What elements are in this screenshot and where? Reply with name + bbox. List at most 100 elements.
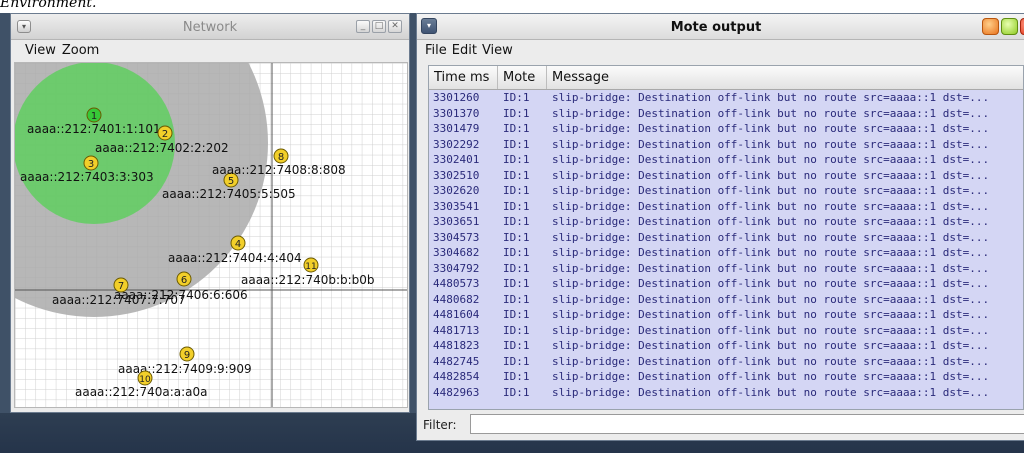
mote-id-label: 10 [139, 375, 151, 385]
cell-mote: ID:1 [503, 168, 530, 182]
menu-file[interactable]: File [425, 40, 447, 58]
table-row[interactable]: 3302401 ID:1 slip-bridge: Destination off-… [429, 152, 1023, 168]
filter-label: Filter: [423, 418, 457, 432]
table-row[interactable]: 4480573 ID:1 slip-bridge: Destination off-… [429, 276, 1023, 292]
table-row[interactable]: 3304792 ID:1 slip-bridge: Destination off-… [429, 261, 1023, 277]
mote-output-menubar: File Edit View [417, 40, 1024, 61]
menu-edit[interactable]: Edit [452, 40, 477, 58]
cell-time: 3301370 [433, 106, 480, 120]
cell-time: 3302620 [433, 184, 480, 197]
cell-time: 3304682 [433, 246, 480, 259]
mote-output-table[interactable]: Time ms Mote Message 3301260 ID:1 slip-bri… [428, 65, 1024, 410]
menu-zoom[interactable]: Zoom [62, 40, 99, 58]
table-header: Time ms Mote Message [429, 66, 1023, 90]
table-row[interactable]: 3304682 ID:1 slip-bridge: Destination off-… [429, 245, 1023, 261]
network-titlebar[interactable]: ▾ Network _ □ ✕ [11, 14, 409, 40]
mote-id-label: 7 [118, 281, 124, 292]
column-header-message[interactable]: Message [547, 66, 1023, 89]
table-row[interactable]: 4481713 ID:1 slip-bridge: Destination off-… [429, 323, 1023, 339]
table-row[interactable]: 3304573 ID:1 slip-bridge: Destination off-… [429, 230, 1023, 246]
network-canvas[interactable]: 1 aaaa::212:7401:1:101 2 aaaa::212:7402:2:2… [11, 14, 408, 408]
cell-mote: ID:1 [503, 323, 530, 337]
cell-mote: ID:1 [503, 153, 530, 166]
table-row[interactable]: 4480682 ID:1 slip-bridge: Destination off-… [429, 292, 1023, 308]
filter-input[interactable] [470, 414, 1024, 434]
table-row[interactable]: 4482963 ID:1 slip-bridge: Destination off-… [429, 385, 1023, 401]
menu-view[interactable]: View [25, 40, 56, 58]
mote-output-title: Mote output [670, 20, 762, 35]
table-row[interactable]: 3301479 ID:1 slip-bridge: Destination off-… [429, 121, 1023, 137]
cell-mote: ID:1 [503, 91, 530, 104]
cell-time: 4480682 [433, 292, 480, 306]
cell-message: slip-bridge: Destination off-link but no… [552, 308, 990, 321]
mote-address-label: aaaa::212:7408:8:808 [212, 163, 346, 177]
mote-address-label: aaaa::212:7409:9:909 [118, 362, 252, 376]
mote-address-label: aaaa::212:7404:4:404 [168, 251, 302, 265]
cell-time: 4481713 [433, 323, 480, 337]
cell-message: slip-bridge: Destination off-link but no… [552, 199, 990, 213]
cell-message: slip-bridge: Destination off-link but no… [552, 215, 990, 228]
cell-time: 4482745 [433, 354, 480, 368]
cell-mote: ID:1 [503, 106, 530, 120]
cell-time: 3303541 [433, 199, 480, 213]
mote-address-label: aaaa::212:740a:a:a0a [75, 385, 208, 399]
mote-address-label: aaaa::212:7401:1:101 [27, 122, 161, 136]
menu-view[interactable]: View [482, 40, 513, 58]
cell-time: 4480573 [433, 277, 480, 290]
cell-time: 3304573 [433, 230, 480, 244]
cell-mote: ID:1 [503, 370, 530, 383]
mote-output-titlebar[interactable]: ▾ Mote output [417, 14, 1024, 40]
cell-time: 4481604 [433, 308, 480, 321]
mote-id-label: 8 [278, 152, 284, 163]
cell-message: slip-bridge: Destination off-link but no… [552, 122, 990, 135]
column-header-time[interactable]: Time ms [429, 66, 498, 89]
table-row[interactable]: 3301260 ID:1 slip-bridge: Destination off-… [429, 90, 1023, 106]
maximize-icon[interactable] [1001, 18, 1018, 35]
cell-message: slip-bridge: Destination off-link but no… [552, 370, 990, 383]
table-row[interactable]: 4481604 ID:1 slip-bridge: Destination off-… [429, 307, 1023, 323]
cell-time: 4481823 [433, 339, 480, 352]
table-row[interactable]: 3302292 ID:1 slip-bridge: Destination off-… [429, 137, 1023, 153]
cell-message: slip-bridge: Destination off-link but no… [552, 385, 990, 399]
table-row[interactable]: 4482745 ID:1 slip-bridge: Destination off-… [429, 354, 1023, 370]
mote-address-label: aaaa::212:7403:3:303 [20, 170, 154, 184]
table-body: 3301260 ID:1 slip-bridge: Destination off-… [429, 90, 1023, 400]
mote-id-label: 11 [305, 262, 316, 272]
mote-id-label: 2 [162, 129, 168, 140]
network-map[interactable]: 1aaaa::212:7401:1:101 2aaaa::212:7402:2:2… [11, 14, 407, 407]
cell-time: 3302292 [433, 137, 480, 151]
minimize-icon[interactable]: _ [356, 20, 370, 33]
cell-mote: ID:1 [503, 261, 530, 275]
cell-time: 4482963 [433, 385, 480, 399]
mote-address-label: aaaa::212:7405:5:505 [162, 187, 296, 201]
network-menubar: View Zoom [11, 40, 409, 61]
desktop-top-strip: Environment. [0, 0, 1024, 13]
filter-bar: Filter: [423, 413, 1024, 437]
close-icon[interactable] [1020, 18, 1024, 35]
cell-message: slip-bridge: Destination off-link but no… [552, 153, 990, 166]
cell-mote: ID:1 [503, 292, 530, 306]
cell-message: slip-bridge: Destination off-link but no… [552, 230, 990, 244]
table-row[interactable]: 4482854 ID:1 slip-bridge: Destination off-… [429, 369, 1023, 385]
top-strip-text: Environment. [0, 0, 97, 11]
table-row[interactable]: 3303651 ID:1 slip-bridge: Destination off-… [429, 214, 1023, 230]
minimize-icon[interactable] [982, 18, 999, 35]
cell-mote: ID:1 [503, 230, 530, 244]
cell-time: 3301260 [433, 91, 480, 104]
table-row[interactable]: 4481823 ID:1 slip-bridge: Destination off-… [429, 338, 1023, 354]
cell-message: slip-bridge: Destination off-link but no… [552, 323, 990, 337]
mote-id-label: 9 [184, 350, 190, 361]
table-row[interactable]: 3301370 ID:1 slip-bridge: Destination off-… [429, 106, 1023, 122]
table-row[interactable]: 3303541 ID:1 slip-bridge: Destination off-… [429, 199, 1023, 215]
cell-message: slip-bridge: Destination off-link but no… [552, 339, 990, 352]
mote-output-window: ▾ Mote output File Edit View Time ms Mote … [416, 13, 1024, 441]
close-icon[interactable]: ✕ [388, 20, 402, 33]
mote-id-label: 1 [91, 111, 97, 122]
table-row[interactable]: 3302620 ID:1 slip-bridge: Destination off-… [429, 183, 1023, 199]
column-header-mote[interactable]: Mote [498, 66, 547, 89]
cell-message: slip-bridge: Destination off-link but no… [552, 184, 990, 197]
mote-address-label: aaaa::212:7407:7:707 [52, 293, 186, 307]
mote-id-label: 3 [88, 159, 94, 170]
table-row[interactable]: 3302510 ID:1 slip-bridge: Destination off-… [429, 168, 1023, 184]
maximize-icon[interactable]: □ [372, 20, 386, 33]
